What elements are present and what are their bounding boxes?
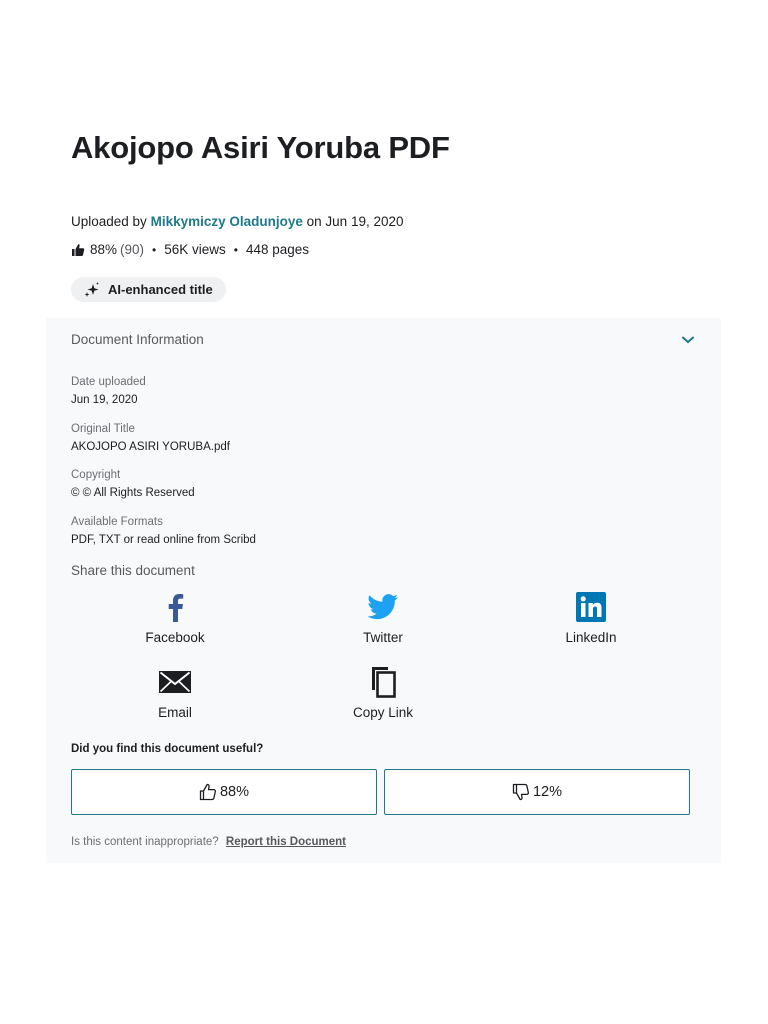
- share-facebook-label: Facebook: [145, 630, 205, 645]
- original-title-label: Original Title: [71, 423, 135, 435]
- chevron-down-icon[interactable]: [681, 333, 695, 347]
- ai-enhanced-chip[interactable]: AI-enhanced title: [71, 277, 226, 302]
- document-info-panel: Document Information Date uploaded Jun 1…: [46, 318, 721, 863]
- linkedin-icon: [576, 592, 606, 622]
- uploaded-by-label: Uploaded by: [71, 214, 147, 229]
- original-title-value: AKOJOPO ASIRI YORUBA.pdf: [71, 441, 230, 453]
- date-uploaded-value: Jun 19, 2020: [71, 394, 138, 406]
- separator-dot: •: [233, 242, 238, 257]
- document-info-heading[interactable]: Document Information: [71, 332, 204, 347]
- copyright-label: Copyright: [71, 469, 121, 481]
- share-heading: Share this document: [71, 563, 195, 578]
- share-facebook-button[interactable]: Facebook: [115, 592, 235, 645]
- available-formats-label: Available Formats: [71, 516, 163, 528]
- twitter-icon: [367, 592, 399, 622]
- useful-question: Did you find this document useful?: [71, 743, 264, 755]
- thumbs-down-outline-icon: [512, 783, 530, 801]
- thumbs-up-button[interactable]: 88%: [71, 769, 377, 815]
- report-line: Is this content inappropriate? Report th…: [71, 836, 346, 848]
- available-formats-value: PDF, TXT or read online from Scribd: [71, 534, 256, 546]
- document-stats: 88% (90) • 56K views • 448 pages: [71, 242, 309, 257]
- share-twitter-label: Twitter: [363, 630, 403, 645]
- share-email-button[interactable]: Email: [115, 667, 235, 720]
- separator-dot: •: [152, 242, 157, 257]
- rating-count: (90): [120, 242, 145, 257]
- share-linkedin-button[interactable]: LinkedIn: [531, 592, 651, 645]
- view-count: 56K views: [164, 242, 226, 257]
- sparkle-icon: [83, 281, 101, 299]
- email-icon: [159, 667, 191, 697]
- report-document-link[interactable]: Report this Document: [226, 836, 346, 848]
- copyright-value: © © All Rights Reserved: [71, 487, 195, 499]
- share-twitter-button[interactable]: Twitter: [323, 592, 443, 645]
- facebook-icon: [165, 592, 185, 622]
- thumbs-down-percent: 12%: [532, 784, 563, 800]
- share-linkedin-label: LinkedIn: [565, 630, 617, 645]
- thumbs-up-icon: [71, 243, 85, 257]
- report-prompt: Is this content inappropriate?: [71, 836, 219, 848]
- thumbs-up-outline-icon: [199, 783, 217, 801]
- date-uploaded-label: Date uploaded: [71, 376, 146, 388]
- copy-link-button[interactable]: Copy Link: [323, 667, 443, 720]
- copy-icon: [369, 667, 397, 698]
- upload-date: on Jun 19, 2020: [306, 214, 404, 229]
- thumbs-down-button[interactable]: 12%: [384, 769, 690, 815]
- author-link[interactable]: Mikkymiczy Oladunjoye: [151, 214, 303, 229]
- page-count: 448 pages: [245, 242, 310, 257]
- share-email-label: Email: [158, 705, 192, 720]
- upload-info: Uploaded by Mikkymiczy Oladunjoye on Jun…: [71, 214, 404, 229]
- document-title: Akojopo Asiri Yoruba PDF: [71, 130, 450, 165]
- thumbs-up-percent: 88%: [219, 784, 250, 800]
- rating-percent: 88%: [90, 242, 118, 257]
- copy-link-label: Copy Link: [352, 705, 414, 720]
- ai-chip-label: AI-enhanced title: [108, 282, 213, 297]
